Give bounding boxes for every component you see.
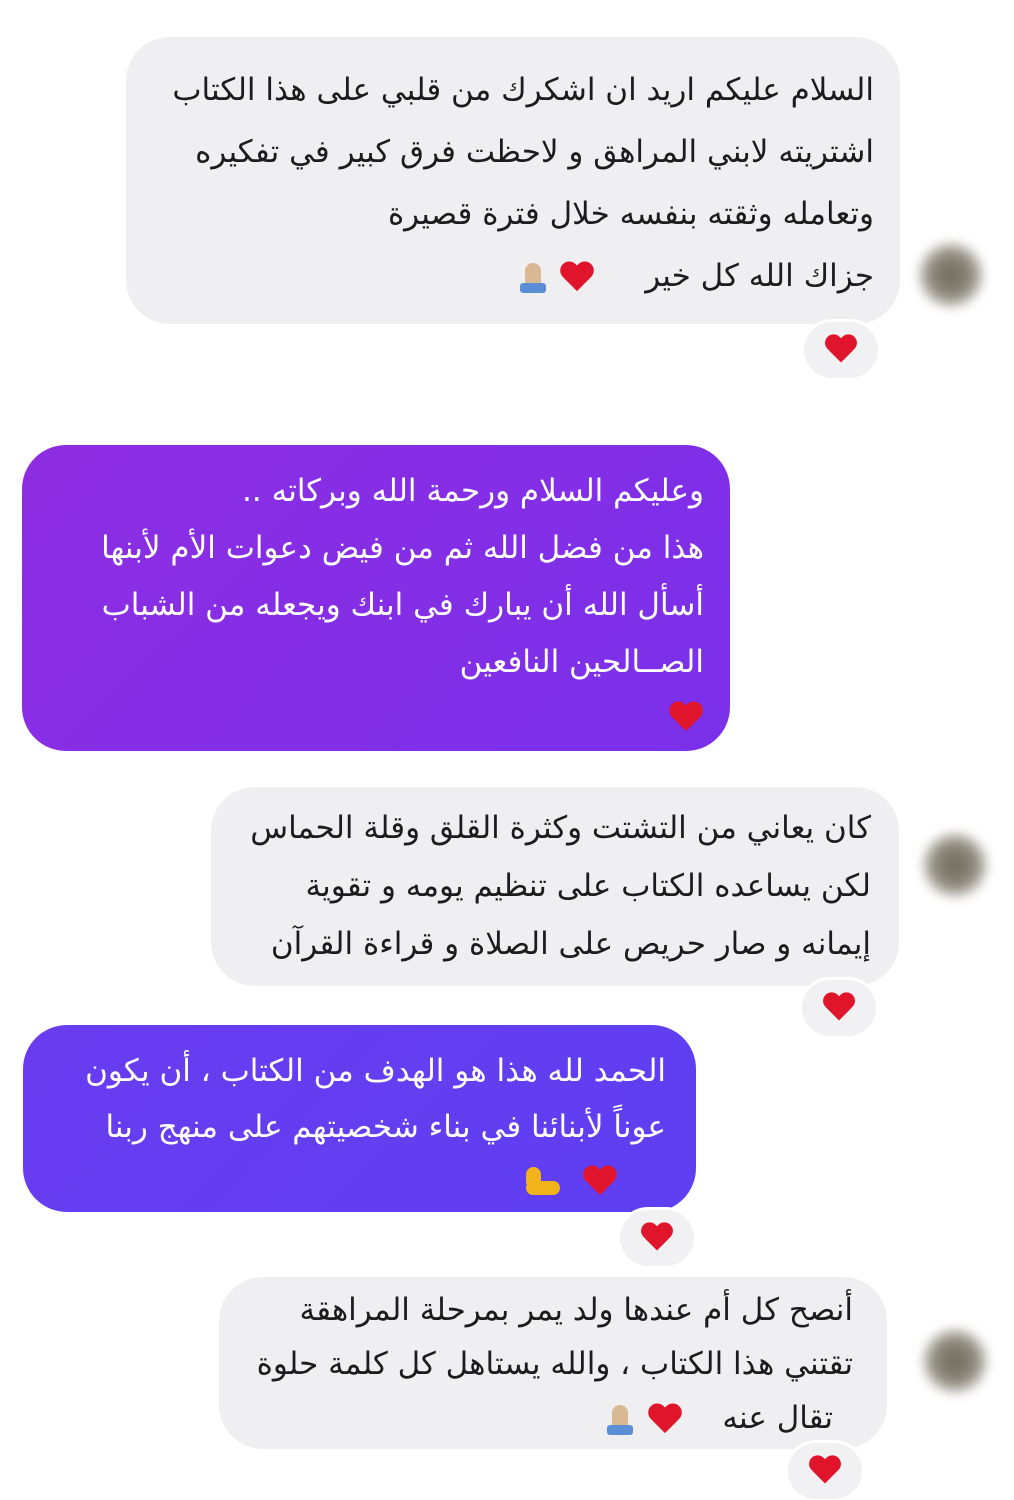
message-bubble-outgoing[interactable]: وعليكم السلام ورحمة الله وبركاته .. هذا … xyxy=(22,445,730,751)
heart-icon xyxy=(668,702,704,734)
message-line: الصــالحين النافعين xyxy=(459,644,704,680)
reaction-badge[interactable] xyxy=(802,980,876,1036)
message-line: جزاك الله كل خير xyxy=(152,245,874,307)
heart-icon xyxy=(822,993,856,1023)
reaction-badge[interactable] xyxy=(804,322,878,378)
message-bubble-outgoing[interactable]: الحمد لله هذا هو الهدف من الكتاب ، أن يك… xyxy=(23,1025,696,1212)
message-line: وتعامله وثقته بنفسه خلال فترة قصيرة xyxy=(387,196,874,232)
message-line: اشتريته لابني المراهق و لاحظت فرق كبير ف… xyxy=(195,134,874,170)
message-bubble-incoming[interactable]: أنصح كل أم عندها ولد يمر بمرحلة المراهقة… xyxy=(219,1277,887,1449)
heart-icon xyxy=(559,262,595,294)
message-line: تقتني هذا الكتاب ، والله يستاهل كل كلمة … xyxy=(256,1346,853,1382)
flexed-biceps-icon xyxy=(524,1165,562,1199)
folded-hands-icon xyxy=(603,1403,637,1437)
message-line: وعليكم السلام ورحمة الله وبركاته .. xyxy=(242,473,704,509)
message-line: كان يعاني من التشتت وكثرة القلق وقلة الح… xyxy=(250,810,871,846)
message-line: أنصح كل أم عندها ولد يمر بمرحلة المراهقة xyxy=(299,1292,853,1328)
message-line: تقال عنه xyxy=(245,1391,853,1445)
sender-avatar[interactable] xyxy=(918,242,984,308)
message-line: عوناً لأبنائنا في بناء شخصيتهم على منهج … xyxy=(105,1109,666,1145)
message-bubble-incoming[interactable]: السلام عليكم اريد ان اشكرك من قلبي على ه… xyxy=(126,37,900,324)
emoji-row xyxy=(53,1155,666,1205)
message-bubble-incoming[interactable]: كان يعاني من التشتت وكثرة القلق وقلة الح… xyxy=(211,787,899,986)
message-line: هذا من فضل الله ثم من فيض دعوات الأم لأب… xyxy=(101,530,704,566)
heart-icon xyxy=(824,335,858,365)
heart-icon xyxy=(582,1166,618,1198)
reaction-badge[interactable] xyxy=(620,1210,694,1266)
emoji-row xyxy=(48,691,704,741)
reaction-badge[interactable] xyxy=(788,1443,862,1499)
message-line: لكن يساعده الكتاب على تنظيم يومه و تقوية xyxy=(305,868,871,904)
sender-avatar[interactable] xyxy=(922,1328,988,1394)
sender-avatar[interactable] xyxy=(922,832,988,898)
message-line: إيمانه و صار حريص على الصلاة و قراءة الق… xyxy=(270,926,871,962)
heart-icon xyxy=(647,1404,683,1436)
message-line: أسأل الله أن يبارك في ابنك ويجعله من الش… xyxy=(101,587,704,623)
heart-icon xyxy=(640,1223,674,1253)
message-line: الحمد لله هذا هو الهدف من الكتاب ، أن يك… xyxy=(85,1053,666,1089)
message-line: السلام عليكم اريد ان اشكرك من قلبي على ه… xyxy=(172,72,874,108)
heart-icon xyxy=(808,1456,842,1486)
folded-hands-icon xyxy=(516,261,550,295)
